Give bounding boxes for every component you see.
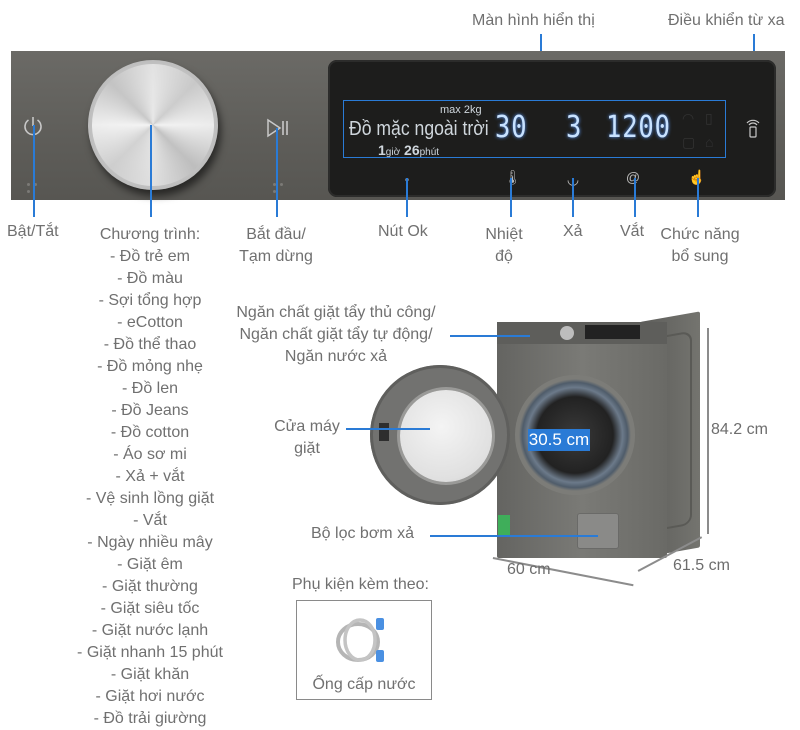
door-line1: Cửa máy xyxy=(274,418,340,435)
door-glass xyxy=(400,390,492,482)
programs-list: Chương trình: - Đồ trẻ em - Đồ màu - Sợi t… xyxy=(60,224,240,730)
accessory-hose-label: Ống cấp nước xyxy=(312,676,416,693)
door-diameter-badge: 30.5 cm xyxy=(528,429,590,451)
program-item: - Đồ cotton xyxy=(110,424,190,441)
power-label: Bật/Tắt xyxy=(7,223,59,240)
height-arrow xyxy=(707,328,709,534)
lock-icon: ⌂ xyxy=(705,134,714,150)
temperature-line1: Nhiệt xyxy=(485,226,523,243)
detergent-line2: Ngăn chất giặt tẩy tự động/ xyxy=(239,326,433,343)
program-item: - Giặt khăn xyxy=(110,666,190,683)
start-pause-line2: Tạm dừng xyxy=(239,248,313,265)
program-item: - Giặt siêu tốc xyxy=(100,600,200,617)
power-leader-line xyxy=(33,125,35,217)
extra-line2: bổ sung xyxy=(671,248,729,265)
extra-line1: Chức năng xyxy=(660,226,740,243)
height-dimension: 84.2 cm xyxy=(711,421,768,438)
start-leader-line xyxy=(276,128,278,217)
program-item: - Vắt xyxy=(133,512,167,529)
start-pause-line1: Bắt đầu/ xyxy=(246,226,306,243)
depth-dimension: 61.5 cm xyxy=(673,557,730,574)
filter-cover xyxy=(577,513,619,549)
door-line2: giặt xyxy=(294,440,320,457)
width-dimension: 60 cm xyxy=(507,561,551,578)
detergent-leader-line xyxy=(450,335,530,337)
wifi-icon: ◠ xyxy=(682,110,695,126)
braille-dot xyxy=(27,190,30,193)
display-callout: Màn hình hiển thị xyxy=(472,12,595,29)
program-leader-line xyxy=(150,125,152,217)
lcd-minutes-unit: phút xyxy=(419,147,440,158)
accessories-title: Phụ kiện kèm theo: xyxy=(292,576,429,593)
program-item: - Đồ trẻ em xyxy=(109,248,190,265)
energy-label-sticker xyxy=(498,515,510,537)
program-dial[interactable] xyxy=(88,60,218,190)
extra-leader-line xyxy=(697,178,699,217)
lcd-minutes: 26 xyxy=(404,142,420,158)
program-item: - Xả + vắt xyxy=(115,468,185,485)
extra-label: Chức năng bổ sung xyxy=(652,224,748,268)
temperature-line2: độ xyxy=(495,248,513,265)
play-pause-icon[interactable] xyxy=(266,118,290,138)
detergent-line3: Ngăn nước xả xyxy=(284,348,388,365)
start-pause-label: Bắt đầu/ Tạm dừng xyxy=(226,224,326,268)
spin-label: Vắt xyxy=(620,223,645,240)
program-items: - Đồ trẻ em - Đồ màu - Sợi tổng hợp - eCott… xyxy=(60,246,240,730)
program-item: - Đồ len xyxy=(121,380,179,397)
lcd-temperature: 30 xyxy=(495,110,528,145)
rinse-label: Xả xyxy=(563,223,583,240)
lcd-rinse-count: 3 xyxy=(566,110,583,145)
door-label: Cửa máy giặt xyxy=(270,416,344,460)
temperature-label: Nhiệt độ xyxy=(478,224,530,268)
rinse-leader-line xyxy=(572,178,574,217)
program-item: - Đồ Jeans xyxy=(111,402,189,419)
programs-title: Chương trình: xyxy=(99,226,201,243)
door-latch xyxy=(379,423,389,441)
ok-label: Nút Ok xyxy=(378,223,428,240)
program-item: - Đồ thể thao xyxy=(103,336,197,353)
detergent-line1: Ngăn chất giặt tẩy thủ công/ xyxy=(236,304,436,321)
lcd-time: 1giờ 26phút xyxy=(378,142,439,158)
spin-spiral-icon[interactable]: @ xyxy=(625,170,641,184)
program-item: - Sợi tổng hợp xyxy=(98,292,202,309)
program-item: - Giặt êm xyxy=(117,556,183,573)
program-item: - Đồ mỏng nhẹ xyxy=(97,358,203,375)
detergent-label: Ngăn chất giặt tẩy thủ công/ Ngăn chất g… xyxy=(222,302,450,368)
program-item: - Giặt nước lạnh xyxy=(91,622,209,639)
machine-top-panel xyxy=(497,322,667,344)
braille-dot xyxy=(280,183,283,186)
braille-dot xyxy=(27,183,30,186)
spin-leader-line xyxy=(634,178,636,217)
filter-label: Bộ lọc bơm xả xyxy=(311,525,414,542)
ok-leader-line xyxy=(406,178,408,217)
program-item: - Giặt hơi nước xyxy=(95,688,205,705)
program-item: - Ngày nhiều mây xyxy=(87,534,213,551)
water-hose-icon xyxy=(336,618,384,662)
program-item: - Đồ trải giường xyxy=(93,710,207,727)
temperature-leader-line xyxy=(510,178,512,217)
lcd-spin-speed: 1200 xyxy=(606,110,671,145)
lcd-hours: 1 xyxy=(378,142,386,158)
lcd-hours-unit: giờ xyxy=(385,147,401,158)
program-item: - eCotton xyxy=(117,314,183,331)
door-leader-line xyxy=(346,428,430,430)
filter-leader-line xyxy=(430,535,598,537)
remote-indicator-icon: ▯ xyxy=(705,110,713,126)
lcd-program-name: Đồ mặc ngoài trời xyxy=(349,118,489,140)
program-item: - Vệ sinh lồng giặt xyxy=(85,490,215,507)
lcd-max-load: max 2kg xyxy=(440,104,482,116)
child-lock-icon: ▢ xyxy=(682,134,696,150)
remote-control-icon[interactable] xyxy=(746,118,760,138)
program-item: - Giặt thường xyxy=(102,578,198,595)
program-item: - Áo sơ mi xyxy=(113,446,187,463)
machine-mini-display xyxy=(585,325,640,339)
remote-callout: Điều khiển từ xa xyxy=(668,12,785,29)
machine-mini-dial xyxy=(560,326,574,340)
program-item: - Giặt nhanh 15 phút xyxy=(77,644,223,661)
program-item: - Đồ màu xyxy=(117,270,183,287)
